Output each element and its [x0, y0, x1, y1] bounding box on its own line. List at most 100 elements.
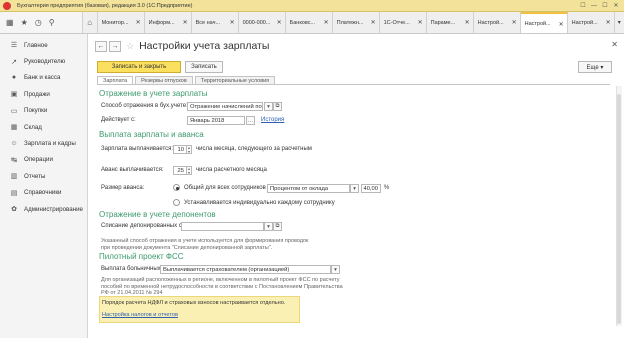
advance-day-field[interactable]: 25 [173, 166, 187, 175]
close-window-icon[interactable]: ✕ [612, 2, 620, 9]
cart-icon: ▭ [10, 107, 18, 115]
advance-day-stepper[interactable]: ▲ ▼ [187, 166, 192, 175]
tab-4[interactable]: Банковс... ✕ [286, 12, 333, 33]
tab-close-icon[interactable]: ✕ [512, 19, 517, 26]
tab-5[interactable]: Платежн... ✕ [333, 12, 380, 33]
top-toolbar-icons: ▦ ★ ◷ ⚲ [0, 12, 83, 33]
sidebar-item-warehouse[interactable]: ▦ Склад [0, 119, 87, 135]
dropdown-icon[interactable]: ▾ [264, 102, 273, 111]
advance-method-field[interactable]: Процентом от оклада [267, 184, 350, 193]
settings-form: ← → ☆ Настройки учета зарплаты ✕ Записат… [89, 34, 624, 338]
tab-close-icon[interactable]: ✕ [230, 19, 235, 26]
sidebar-item-label: Справочники [24, 189, 62, 197]
sidebar-item-payroll[interactable]: ☺ Зарплата и кадры [0, 135, 87, 151]
effective-date-label: Действует с: [101, 117, 136, 123]
tab-close-icon[interactable]: ✕ [465, 19, 470, 26]
tab-close-icon[interactable]: ✕ [324, 19, 329, 26]
tab-close-icon[interactable]: ✕ [606, 19, 611, 26]
tab-label: 0000-000... [242, 19, 271, 26]
advance-day-label: Аванс выплачивается: [101, 167, 164, 173]
sidebar-item-label: Продажи [24, 90, 50, 98]
salary-day-stepper[interactable]: ▲ ▼ [187, 145, 192, 154]
form-toolbar: Записать и закрыть Записать Еще ▾ [89, 58, 624, 76]
sidebar-item-sales[interactable]: ▣ Продажи [0, 86, 87, 102]
tab-close-icon[interactable]: ✕ [418, 19, 423, 26]
sections-sidebar: ☰ Главное ↗ Руководителю ● Банк и касса ▣ Пр… [0, 34, 88, 338]
tab-close-icon[interactable]: ✕ [183, 19, 188, 26]
tab-close-icon[interactable]: ✕ [136, 19, 141, 26]
reflection-method-field[interactable]: Отражение начислений по у [187, 102, 263, 111]
tab-label: Параме... [430, 19, 456, 26]
advance-percent-field[interactable]: 40,00 [361, 184, 381, 193]
tab-7[interactable]: Параме... ✕ [427, 12, 474, 33]
sidebar-item-reports[interactable]: ▥ Отчеты [0, 168, 87, 184]
search-icon[interactable]: ⚲ [49, 18, 55, 27]
open-tabs-strip: ▦ ★ ◷ ⚲ ⌂ Монитор... ✕ Информ... ✕ Все нач… [0, 12, 624, 34]
close-form-icon[interactable]: ✕ [611, 40, 618, 49]
menu-lines-icon: ☰ [10, 42, 18, 50]
sidebar-item-manager[interactable]: ↗ Руководителю [0, 53, 87, 69]
dropdown-icon[interactable]: ▾ [331, 265, 340, 274]
radio-individual[interactable] [173, 199, 180, 206]
open-link-icon[interactable]: ⧉ [273, 222, 282, 231]
fss-note-line-2: пособий по временной нетрудоспособности … [101, 283, 343, 290]
select-period-icon[interactable]: … [246, 116, 255, 125]
tabs-more-icon[interactable]: ▾ [615, 12, 624, 33]
tab-0[interactable]: Монитор... ✕ [98, 12, 145, 33]
tab-close-icon[interactable]: ✕ [277, 19, 282, 26]
deponent-note-line-2: при проведении документа "Списание депон… [101, 244, 273, 251]
tab-3[interactable]: 0000-000... ✕ [239, 12, 286, 33]
tab-territorial-conditions[interactable]: Территориальные условия [194, 76, 276, 84]
radio-common-for-all[interactable] [173, 184, 180, 191]
percent-sign: % [384, 185, 390, 191]
reports-chart-icon: ▥ [10, 173, 18, 181]
menu-grid-icon[interactable]: ▦ [6, 18, 14, 27]
deponent-field[interactable] [181, 222, 264, 231]
tab-close-icon[interactable]: ✕ [371, 19, 376, 26]
tab-label: Настрой... [571, 19, 598, 26]
app-logo-icon [3, 1, 11, 10]
people-icon: ☺ [10, 140, 18, 148]
tab-2[interactable]: Все нач... ✕ [192, 12, 239, 33]
sidebar-item-catalogs[interactable]: ▤ Справочники [0, 185, 87, 201]
tab-label: Настрой... [477, 19, 504, 26]
home-icon[interactable]: ⌂ [83, 12, 98, 33]
window-title-bar: Бухгалтерия предприятия (базовая), редак… [0, 0, 624, 12]
favorite-star-icon[interactable]: ☆ [126, 41, 134, 52]
tab-10[interactable]: Настрой... ✕ [568, 12, 615, 33]
sidebar-item-bank[interactable]: ● Банк и касса [0, 70, 87, 86]
save-and-close-button[interactable]: Записать и закрыть [97, 61, 181, 73]
salary-day-field[interactable]: 10 [173, 145, 187, 154]
tab-8[interactable]: Настрой... ✕ [474, 12, 521, 33]
tab-9-active[interactable]: Настрой... ✕ [520, 12, 568, 33]
sidebar-item-label: Администрирование [24, 205, 84, 213]
save-button[interactable]: Записать [185, 61, 223, 73]
tax-settings-link[interactable]: Настройка налогов и отчетов [102, 312, 178, 318]
sidebar-item-label: Главное [24, 41, 48, 49]
tab-vacation-reserves[interactable]: Резервы отпусков [135, 76, 193, 84]
forward-arrow-icon[interactable]: → [109, 40, 121, 52]
dropdown-icon[interactable]: ▾ [350, 184, 359, 193]
tab-1[interactable]: Информ... ✕ [145, 12, 192, 33]
sidebar-item-operations[interactable]: ↹ Операции [0, 152, 87, 168]
sidebar-item-main[interactable]: ☰ Главное [0, 37, 87, 53]
tab-6[interactable]: 1С-Отче... ✕ [380, 12, 427, 33]
favorites-star-icon[interactable]: ★ [21, 18, 28, 27]
sick-pay-field[interactable]: Выплачивается страхователем (организацие… [160, 265, 331, 274]
sidebar-item-purchases[interactable]: ▭ Покупки [0, 103, 87, 119]
maximize-icon[interactable]: ☐ [601, 2, 609, 9]
scrollbar-thumb[interactable] [617, 94, 621, 324]
back-arrow-icon[interactable]: ← [95, 40, 107, 52]
history-link[interactable]: История [261, 117, 284, 123]
tab-salary[interactable]: Зарплата [97, 76, 134, 84]
effective-date-field[interactable]: Январь 2018 [187, 116, 245, 125]
open-link-icon[interactable]: ⧉ [273, 102, 282, 111]
minimize-icon[interactable]: — [590, 3, 598, 9]
tab-close-icon[interactable]: ✕ [559, 21, 564, 28]
more-menu-button[interactable]: Еще ▾ [578, 61, 612, 73]
sidebar-item-admin[interactable]: ✿ Администрирование [0, 201, 87, 217]
window-controls: ☐ — ☐ ✕ [579, 2, 620, 10]
dropdown-icon[interactable]: ▾ [264, 222, 273, 231]
history-clock-icon[interactable]: ◷ [35, 18, 42, 27]
tb-icon-1[interactable]: ☐ [579, 2, 587, 9]
